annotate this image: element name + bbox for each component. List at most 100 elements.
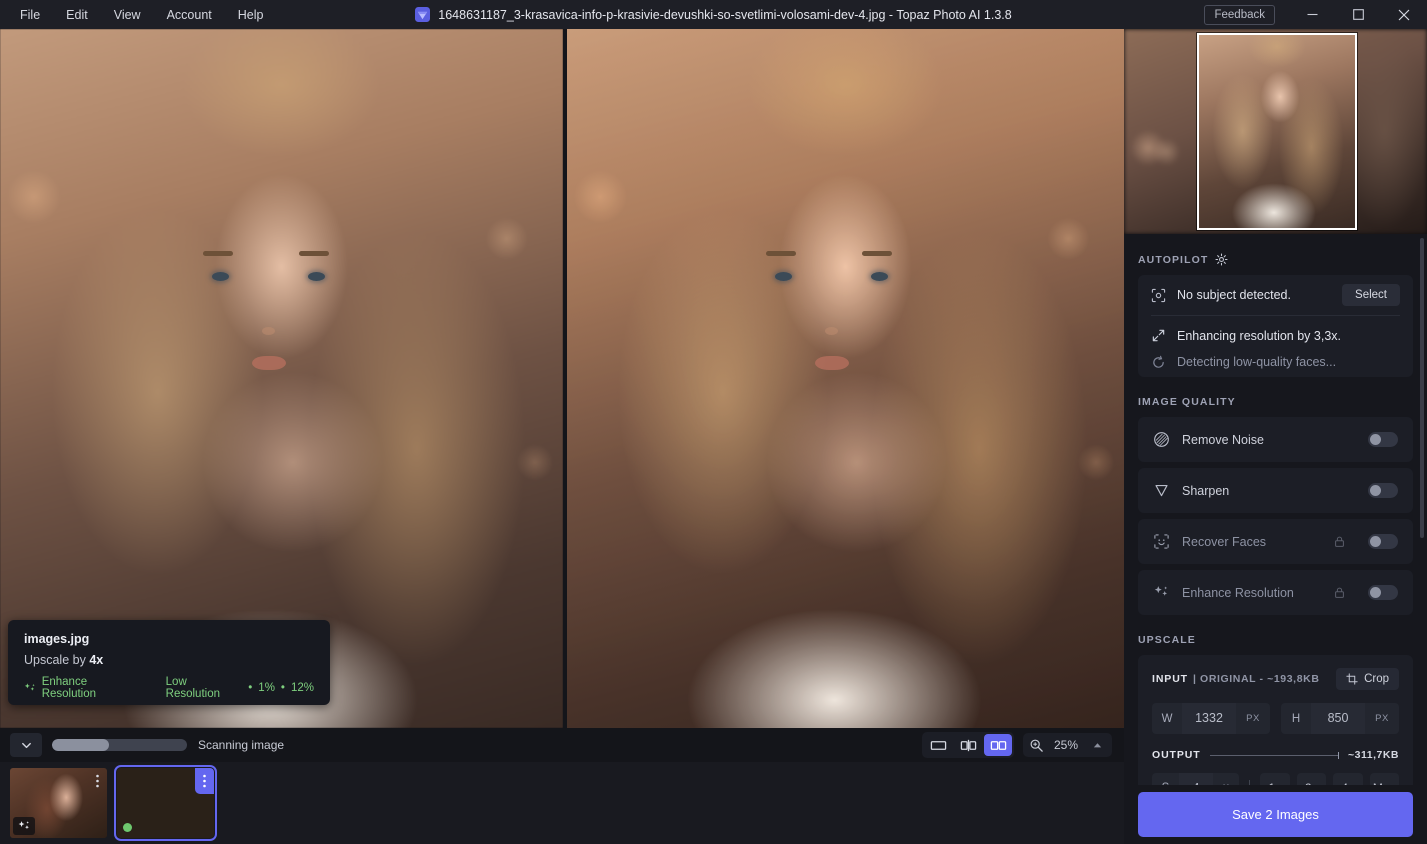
lock-icon[interactable] (1333, 535, 1346, 548)
multiplier-2x-button[interactable]: 2x (1296, 773, 1326, 785)
sparkle-icon (1154, 586, 1168, 596)
output-row: OUTPUT ~311,7KB (1152, 749, 1399, 761)
toggle-sharpen[interactable] (1368, 483, 1398, 498)
toggle-enhance-resolution[interactable] (1368, 585, 1398, 600)
width-unit: PX (1246, 713, 1260, 724)
photo-detail (871, 272, 888, 281)
scale-value-input[interactable]: 4 (1179, 773, 1213, 785)
zoom-icon[interactable] (1029, 738, 1044, 753)
view-mode-split[interactable] (954, 734, 982, 756)
kebab-menu-icon (96, 774, 99, 788)
dimension-fields: W 1332 PX H 850 PX (1152, 703, 1399, 734)
progress-label: Scanning image (198, 738, 285, 752)
close-icon (1398, 9, 1410, 20)
navigator-preview[interactable] (1124, 29, 1427, 234)
height-field[interactable]: H 850 PX (1281, 703, 1399, 734)
crop-button-label: Crop (1364, 673, 1389, 685)
kebab-menu-icon (203, 774, 206, 788)
thumbnail-1-menu-button[interactable] (88, 768, 107, 794)
info-filename: images.jpg (24, 632, 90, 646)
close-button[interactable] (1381, 0, 1427, 29)
minimize-button[interactable] (1289, 0, 1335, 29)
settings-panel-scrollbar[interactable] (1420, 238, 1424, 538)
autopilot-card: No subject detected. Select Enhancing re… (1138, 275, 1413, 377)
sparkle-icon (18, 821, 29, 830)
toggle-remove-noise[interactable] (1368, 432, 1398, 447)
sparkle-icon (24, 683, 35, 691)
feedback-button[interactable]: Feedback (1204, 4, 1275, 25)
menu-item-file[interactable]: File (8, 3, 52, 27)
zoom-dropdown-button[interactable] (1088, 736, 1106, 754)
info-quality-label: Low Resolution (165, 676, 220, 700)
thumbnail-1[interactable] (10, 768, 107, 838)
progress-bar (52, 739, 187, 751)
resize-arrows-icon (1152, 329, 1165, 342)
side-by-side-view-icon (990, 740, 1006, 750)
thumbnail-2-menu-button[interactable] (195, 768, 214, 794)
zoom-level-value[interactable]: 25% (1051, 738, 1081, 752)
crop-button[interactable]: Crop (1336, 668, 1399, 690)
autopilot-subject-row: No subject detected. Select (1151, 275, 1400, 315)
autopilot-resolution-status: Enhancing resolution by 3,3x. (1177, 328, 1341, 343)
width-input[interactable]: 1332 (1182, 703, 1236, 734)
navigator-viewport-rect[interactable] (1197, 33, 1357, 230)
multiplier-4x-button[interactable]: 4x (1333, 773, 1363, 785)
image-info-card: images.jpg Upscale by 4x Enhance Resolut… (8, 620, 330, 705)
filmstrip (0, 762, 1124, 844)
image-quality-heading: IMAGE QUALITY (1138, 396, 1413, 408)
bottom-toolbar: Scanning image 25% (0, 728, 1124, 762)
upscale-heading-label: UPSCALE (1138, 634, 1196, 646)
thumbnail-2[interactable] (114, 765, 217, 841)
gear-icon[interactable] (1215, 253, 1228, 266)
output-divider-line (1209, 751, 1340, 759)
menu-item-help[interactable]: Help (226, 3, 276, 27)
image-pane-enhanced[interactable] (567, 29, 1124, 728)
lock-icon[interactable] (1333, 586, 1346, 599)
collapse-filmstrip-button[interactable] (10, 733, 42, 757)
view-mode-group (922, 732, 1014, 758)
setting-row-recover-faces[interactable]: Recover Faces (1138, 519, 1413, 564)
scale-stepper[interactable]: S 4 x (1152, 773, 1239, 785)
info-upscale: Upscale by 4x (24, 653, 314, 667)
width-key: W (1161, 712, 1173, 725)
topaz-logo-icon (415, 7, 431, 22)
setting-row-sharpen[interactable]: Sharpen (1138, 468, 1413, 513)
menu-bar: File Edit View Account Help (0, 3, 275, 27)
upscale-heading: UPSCALE (1138, 634, 1413, 646)
multiplier-max-button[interactable]: Max (1369, 773, 1399, 785)
maximize-button[interactable] (1335, 0, 1381, 29)
select-subject-button[interactable]: Select (1342, 284, 1400, 306)
width-field[interactable]: W 1332 PX (1152, 703, 1270, 734)
save-bar: Save 2 Images (1124, 785, 1427, 844)
view-mode-single[interactable] (924, 734, 952, 756)
toggle-recover-faces[interactable] (1368, 534, 1398, 549)
menu-item-edit[interactable]: Edit (54, 3, 100, 27)
multiplier-1x-button[interactable]: 1x (1260, 773, 1290, 785)
save-images-button[interactable]: Save 2 Images (1138, 792, 1413, 837)
height-key: H (1291, 712, 1301, 725)
upscale-input-header: INPUT | ORIGINAL - ~193,8KB Crop (1152, 668, 1399, 690)
photo-detail (262, 327, 275, 335)
height-input[interactable]: 850 (1311, 703, 1365, 734)
menu-item-account[interactable]: Account (155, 3, 224, 27)
output-label: OUTPUT (1152, 749, 1201, 761)
setting-row-remove-noise[interactable]: Remove Noise (1138, 417, 1413, 462)
info-enhancement-label: Enhance Resolution (41, 676, 97, 700)
photo-detail (815, 356, 849, 370)
height-unit: PX (1375, 713, 1389, 724)
setting-row-enhance-resolution[interactable]: Enhance Resolution (1138, 570, 1413, 615)
toolbar-right-group: 25% (922, 732, 1124, 758)
photo-detail (775, 272, 792, 281)
photo-detail (252, 356, 286, 370)
pane-divider[interactable] (563, 29, 567, 728)
noise-icon (1154, 432, 1169, 447)
settings-scroll-area[interactable]: AUTOPILOT No subject detected. Select En… (1124, 234, 1427, 785)
view-mode-side-by-side[interactable] (984, 734, 1012, 756)
menu-item-view[interactable]: View (102, 3, 153, 27)
setting-label-sharpen: Sharpen (1182, 483, 1230, 498)
settings-panel: AUTOPILOT No subject detected. Select En… (1124, 234, 1427, 844)
single-view-icon (930, 740, 946, 750)
autopilot-faces-status: Detecting low-quality faces... (1177, 355, 1337, 369)
upscale-original-label: | ORIGINAL - ~193,8KB (1193, 673, 1320, 685)
info-metric-2: 12% (290, 682, 314, 694)
